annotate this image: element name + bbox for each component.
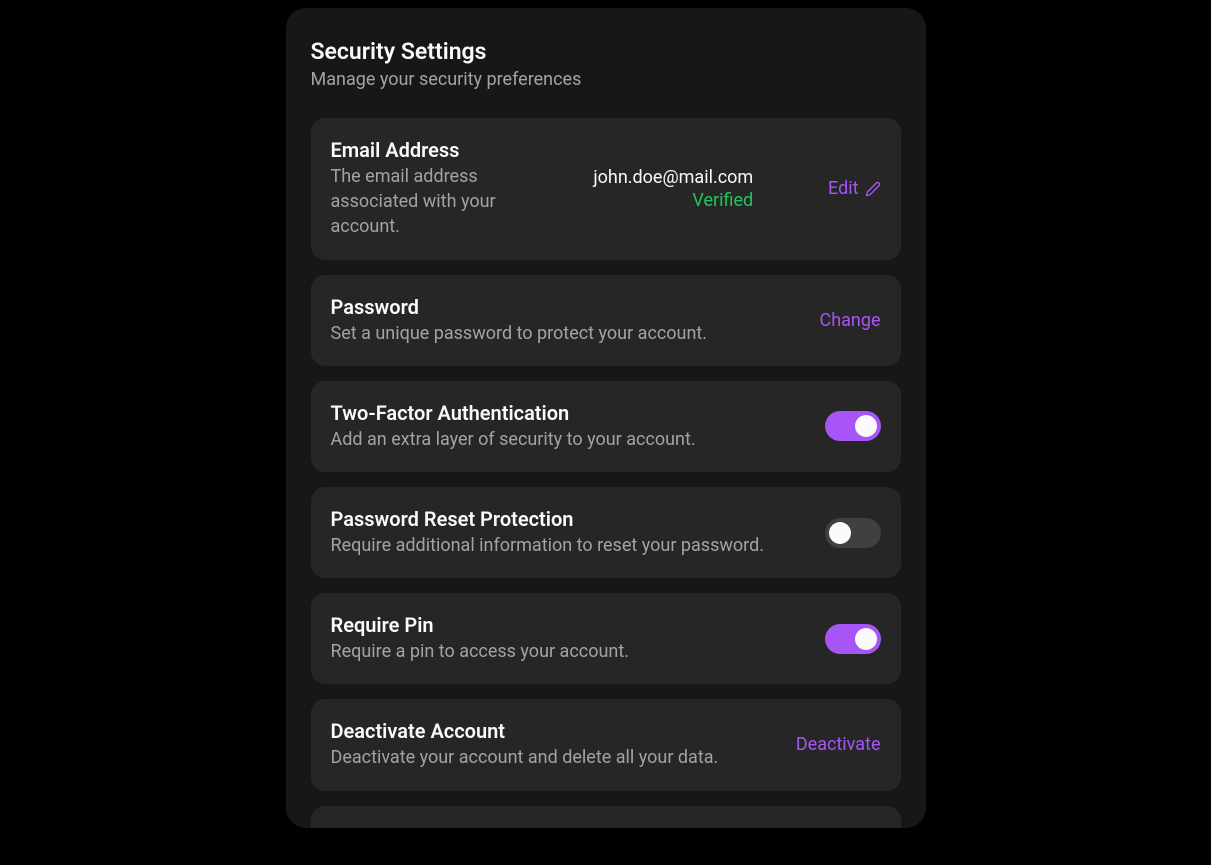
toggle-knob (855, 628, 877, 650)
reset-protection-toggle[interactable] (825, 518, 881, 548)
pencil-icon (865, 181, 881, 197)
change-password-button[interactable]: Change (819, 310, 880, 331)
twofa-desc: Add an extra layer of security to your a… (331, 427, 805, 452)
email-desc: The email address associated with your a… (331, 164, 531, 240)
toggle-knob (829, 522, 851, 544)
twofa-toggle[interactable] (825, 411, 881, 441)
email-status-badge: Verified (593, 190, 753, 211)
pin-section: Require Pin Require a pin to access your… (311, 593, 901, 684)
deactivate-title: Deactivate Account (331, 719, 776, 743)
delete-section: Delete Account (311, 806, 901, 829)
delete-title: Delete Account (331, 826, 825, 829)
twofa-title: Two-Factor Authentication (331, 401, 805, 425)
email-info: Email Address The email address associat… (331, 138, 531, 240)
password-section: Password Set a unique password to protec… (311, 275, 901, 366)
deactivate-button[interactable]: Deactivate (796, 734, 881, 755)
edit-email-button[interactable]: Edit (828, 178, 880, 199)
reset-protection-info: Password Reset Protection Require additi… (331, 507, 805, 558)
email-value: john.doe@mail.com (593, 167, 753, 188)
change-label: Change (819, 310, 880, 331)
deactivate-info: Deactivate Account Deactivate your accou… (331, 719, 776, 770)
twofa-section: Two-Factor Authentication Add an extra l… (311, 381, 901, 472)
password-desc: Set a unique password to protect your ac… (331, 321, 800, 346)
pin-toggle[interactable] (825, 624, 881, 654)
email-title: Email Address (331, 138, 531, 162)
page-subtitle: Manage your security preferences (311, 69, 901, 90)
email-section: Email Address The email address associat… (311, 118, 901, 260)
reset-protection-title: Password Reset Protection (331, 507, 805, 531)
pin-desc: Require a pin to access your account. (331, 639, 805, 664)
email-value-block: john.doe@mail.com Verified (593, 167, 753, 211)
delete-info: Delete Account (331, 826, 825, 829)
edit-label: Edit (828, 178, 858, 199)
reset-protection-section: Password Reset Protection Require additi… (311, 487, 901, 578)
card-header: Security Settings Manage your security p… (311, 38, 901, 90)
security-settings-card: Security Settings Manage your security p… (286, 8, 926, 828)
deactivate-label: Deactivate (796, 734, 881, 755)
pin-info: Require Pin Require a pin to access your… (331, 613, 805, 664)
reset-protection-desc: Require additional information to reset … (331, 533, 805, 558)
password-info: Password Set a unique password to protec… (331, 295, 800, 346)
page-title: Security Settings (311, 38, 901, 65)
pin-title: Require Pin (331, 613, 805, 637)
toggle-knob (855, 415, 877, 437)
twofa-info: Two-Factor Authentication Add an extra l… (331, 401, 805, 452)
deactivate-section: Deactivate Account Deactivate your accou… (311, 699, 901, 790)
deactivate-desc: Deactivate your account and delete all y… (331, 745, 776, 770)
password-title: Password (331, 295, 800, 319)
